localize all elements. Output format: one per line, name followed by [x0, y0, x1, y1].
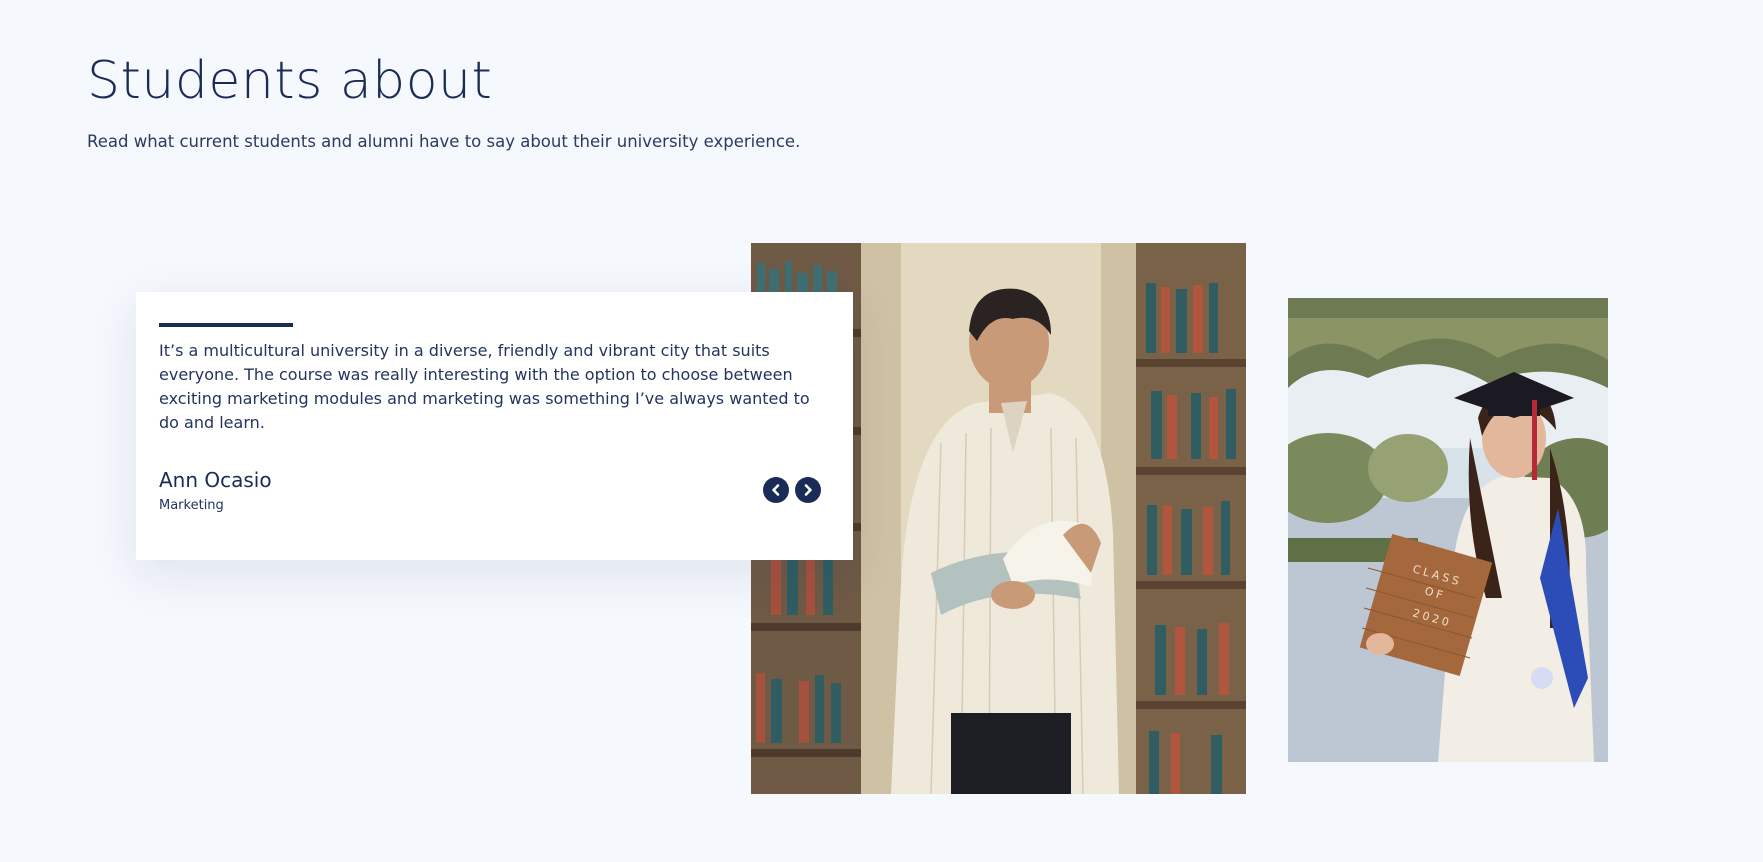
chevron-right-icon [804, 484, 812, 496]
testimonial-quote: It’s a multicultural university in a div… [159, 341, 810, 432]
previous-testimonial-button[interactable] [763, 477, 789, 503]
testimonial-card: It’s a multicultural university in a div… [136, 292, 853, 560]
testimonial-section: Students about Read what current student… [0, 0, 1763, 862]
author-name: Ann Ocasio [159, 468, 272, 492]
graduate-photo: CLASS OF 2020 [1288, 298, 1608, 762]
next-testimonial-button[interactable] [795, 477, 821, 503]
author-program: Marketing [159, 498, 224, 513]
page-subtitle: Read what current students and alumni ha… [87, 132, 801, 151]
page-title: Students about [87, 51, 493, 111]
chevron-left-icon [772, 484, 780, 496]
card-accent-rule [159, 323, 293, 327]
